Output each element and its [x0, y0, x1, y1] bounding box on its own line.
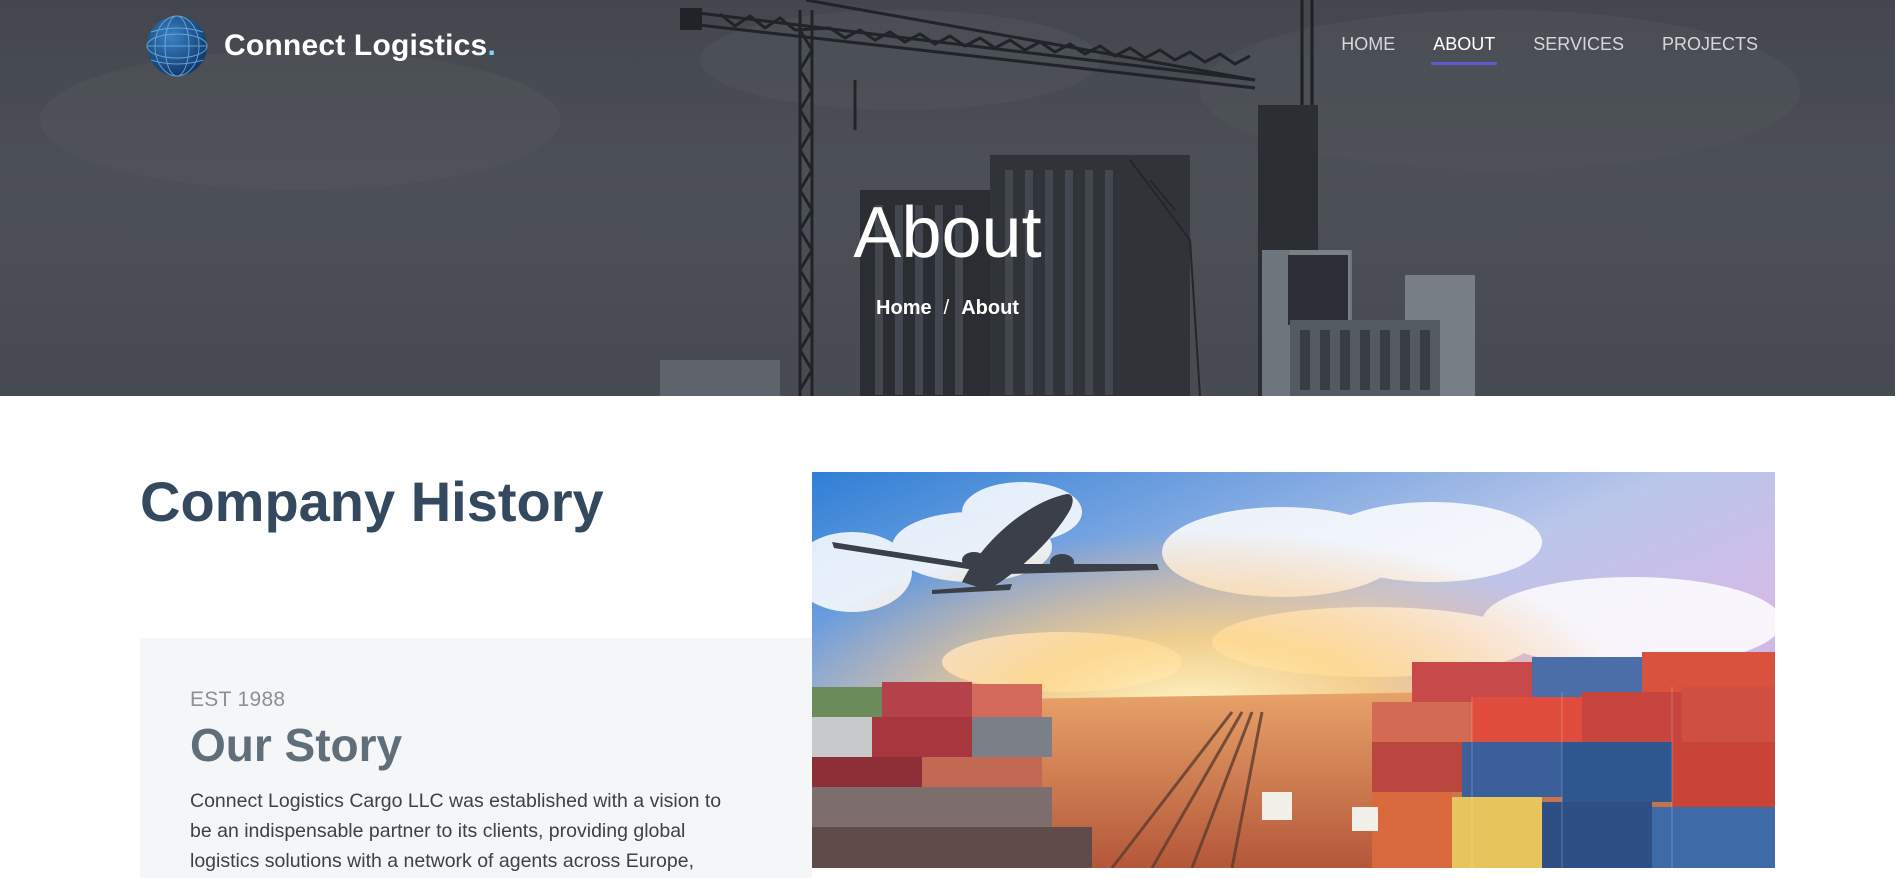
airplane-containers-image	[812, 472, 1775, 868]
established-label: EST 1988	[190, 688, 286, 711]
brand-logo[interactable]: Connect Logistics.	[143, 14, 496, 78]
story-card: EST 1988 Our Story Connect Logistics Car…	[140, 638, 812, 878]
breadcrumb-current: About	[961, 297, 1019, 319]
breadcrumb-home-link[interactable]: Home	[876, 297, 932, 319]
nav-services[interactable]: SERVICES	[1533, 34, 1624, 63]
story-title: Our Story	[190, 719, 403, 771]
story-text: Connect Logistics Cargo LLC was establis…	[190, 790, 722, 872]
breadcrumb: Home / About	[0, 297, 1895, 320]
nav-home[interactable]: HOME	[1341, 34, 1395, 63]
brand-dot: .	[487, 29, 496, 62]
nav-projects[interactable]: PROJECTS	[1662, 34, 1758, 63]
page-title: About	[853, 193, 1042, 273]
section-title-company-history: Company History	[140, 470, 604, 533]
globe-icon	[146, 15, 208, 77]
brand-name: Connect Logistics	[224, 29, 488, 62]
logistics-photo	[812, 472, 1775, 868]
nav-about[interactable]: ABOUT	[1431, 34, 1498, 65]
hero-banner: Connect Logistics. HOME ABOUT SERVICES P…	[0, 0, 1895, 396]
breadcrumb-separator: /	[943, 297, 950, 319]
main-navigation: HOME ABOUT SERVICES PROJECTS	[1303, 34, 1758, 65]
